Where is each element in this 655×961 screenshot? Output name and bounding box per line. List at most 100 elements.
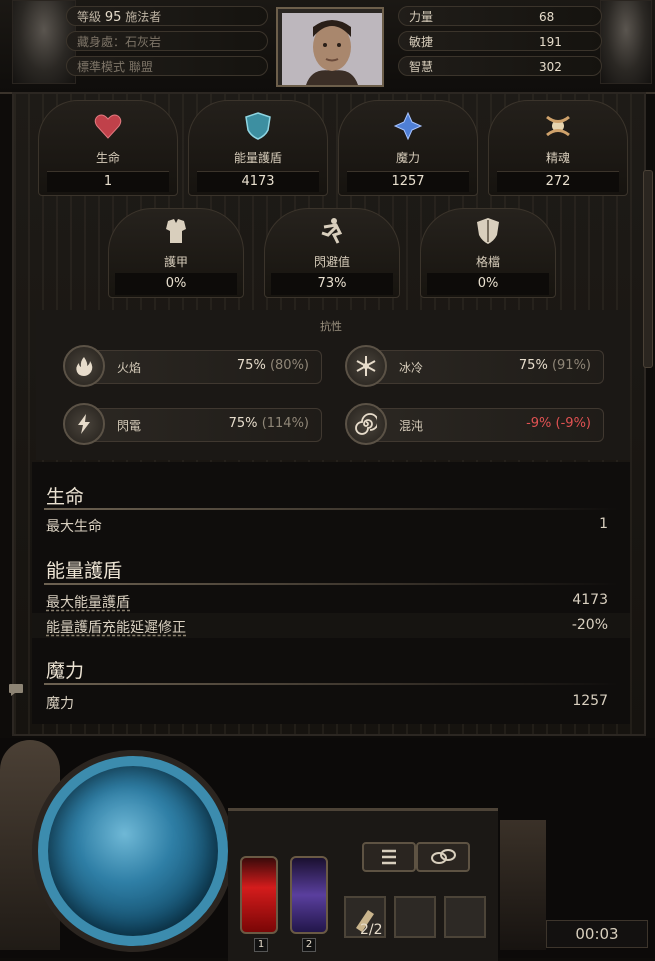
detail-row[interactable]: 最大能量護盾 4173	[32, 588, 630, 613]
res-value-group: 75% (80%)	[237, 358, 309, 373]
res-label: 混沌	[399, 419, 424, 433]
res-cold[interactable]: 冰冷 75% (91%)	[345, 345, 604, 387]
attr-label: 敏捷	[409, 35, 434, 49]
level-class-field: 等級 95 施法者	[66, 6, 268, 26]
stat-value: 1257	[347, 171, 469, 192]
detail-value: 1	[599, 516, 608, 532]
resistances-title: 抗性	[320, 320, 342, 333]
detail-value: 1257	[572, 693, 608, 709]
res-value: 75%	[236, 358, 266, 373]
section-heading-energy-shield: 能量護盾	[46, 560, 123, 582]
stat-value: 4173	[197, 171, 319, 192]
right-statue-ornament	[600, 0, 652, 84]
detail-row[interactable]: 魔力 1257	[32, 689, 630, 714]
detail-label: 最大能量護盾	[46, 595, 130, 611]
def-label: 護甲	[163, 255, 188, 269]
stat-value: 272	[497, 171, 619, 192]
menu-button[interactable]	[362, 842, 416, 872]
attr-label: 力量	[409, 10, 434, 24]
stat-card-mana[interactable]: 魔力 1257	[338, 100, 478, 196]
stat-label: 生命	[95, 151, 120, 165]
level-prefix: 等級	[77, 10, 102, 24]
stat-card-spirit[interactable]: 精魂 272	[488, 100, 628, 196]
res-max: (114%)	[261, 416, 309, 431]
stat-card-energy-shield[interactable]: 能量護盾 4173	[188, 100, 328, 196]
block-icon	[472, 215, 504, 247]
mana-flask[interactable]	[290, 856, 328, 934]
res-label: 火焰	[117, 361, 142, 375]
spirit-icon	[543, 111, 573, 141]
def-value: 0%	[115, 273, 237, 295]
cold-icon	[345, 345, 387, 387]
detail-label: 最大生命	[46, 519, 102, 535]
def-value: 0%	[427, 273, 549, 295]
def-card-armour[interactable]: 護甲 0%	[108, 208, 244, 298]
character-header: 等級 95 施法者 藏身處：石灰岩 標準模式 聯盟 力量 68 敏捷 191 智…	[0, 0, 655, 94]
stat-value: 1	[47, 171, 169, 192]
league-text: 標準模式 聯盟	[77, 60, 153, 74]
shield-icon	[243, 111, 273, 141]
def-card-block[interactable]: 格檔 0%	[420, 208, 556, 298]
life-flask[interactable]	[240, 856, 278, 934]
def-label: 閃避值	[313, 255, 350, 269]
attr-label: 智慧	[409, 60, 434, 74]
flask-1-key: 1	[254, 938, 268, 952]
character-class: 施法者	[125, 10, 162, 24]
res-chaos[interactable]: 混沌 -9% (-9%)	[345, 403, 604, 445]
energy-shield-orb[interactable]	[38, 756, 228, 946]
flask-2-key: 2	[302, 938, 316, 952]
stat-details-list: 生命 最大生命 1 能量護盾 最大能量護盾 4173 能量護盾充能延遲修正 -2…	[32, 462, 630, 724]
section-heading-life: 生命	[46, 486, 85, 508]
res-fire[interactable]: 火焰 75% (80%)	[63, 345, 322, 387]
gargoyle-ornament	[500, 820, 546, 950]
session-timer: 00:03	[546, 920, 648, 948]
res-max: (91%)	[551, 358, 591, 373]
empty-slot[interactable]	[444, 896, 486, 938]
res-lightning[interactable]: 閃電 75% (114%)	[63, 403, 322, 445]
stat-label: 能量護盾	[233, 151, 282, 165]
detail-row[interactable]: 最大生命 1	[32, 512, 630, 537]
stat-card-life[interactable]: 生命 1	[38, 100, 178, 196]
hideout-field: 藏身處：石灰岩	[66, 31, 268, 51]
res-label: 閃電	[117, 419, 142, 433]
detail-label: 魔力	[46, 696, 74, 712]
league-field: 標準模式 聯盟	[66, 56, 268, 76]
def-card-evasion[interactable]: 閃避值 73%	[264, 208, 400, 298]
charm-charges: 2/2	[360, 922, 383, 938]
hideout-text: 藏身處：石灰岩	[77, 35, 162, 49]
character-level: 95	[104, 10, 122, 25]
section-divider	[44, 683, 618, 685]
heart-icon	[93, 111, 123, 141]
detail-label: 能量護盾充能延遲修正	[46, 620, 186, 636]
res-value: 75%	[228, 416, 258, 431]
currency-button[interactable]	[416, 842, 470, 872]
stat-label: 精魂	[545, 151, 570, 165]
portrait-image	[282, 13, 382, 85]
fire-icon	[63, 345, 105, 387]
res-max: (-9%)	[555, 416, 591, 431]
empty-slot[interactable]	[394, 896, 436, 938]
detail-value: -20%	[571, 617, 608, 633]
detail-row[interactable]: 能量護盾充能延遲修正 -20%	[32, 613, 630, 638]
res-value: 75%	[518, 358, 548, 373]
def-label: 格檔	[475, 255, 500, 269]
res-value: -9%	[526, 416, 552, 431]
mana-icon	[393, 111, 423, 141]
section-heading-mana: 魔力	[46, 660, 85, 682]
section-divider	[44, 508, 618, 510]
res-label: 冰冷	[399, 361, 424, 375]
res-value-group: 75% (114%)	[229, 416, 309, 431]
armour-icon	[160, 215, 192, 247]
chat-icon[interactable]	[8, 682, 24, 696]
lightning-icon	[63, 403, 105, 445]
section-divider	[44, 583, 618, 585]
res-max: (80%)	[269, 358, 309, 373]
attr-strength: 力量 68	[398, 6, 602, 26]
attr-dexterity: 敏捷 191	[398, 31, 602, 51]
attr-intelligence: 智慧 302	[398, 56, 602, 76]
panel-scrollbar[interactable]	[643, 170, 653, 368]
chaos-icon	[345, 403, 387, 445]
character-portrait[interactable]	[276, 7, 384, 87]
res-value-group: 75% (91%)	[519, 358, 591, 373]
detail-value: 4173	[572, 592, 608, 608]
